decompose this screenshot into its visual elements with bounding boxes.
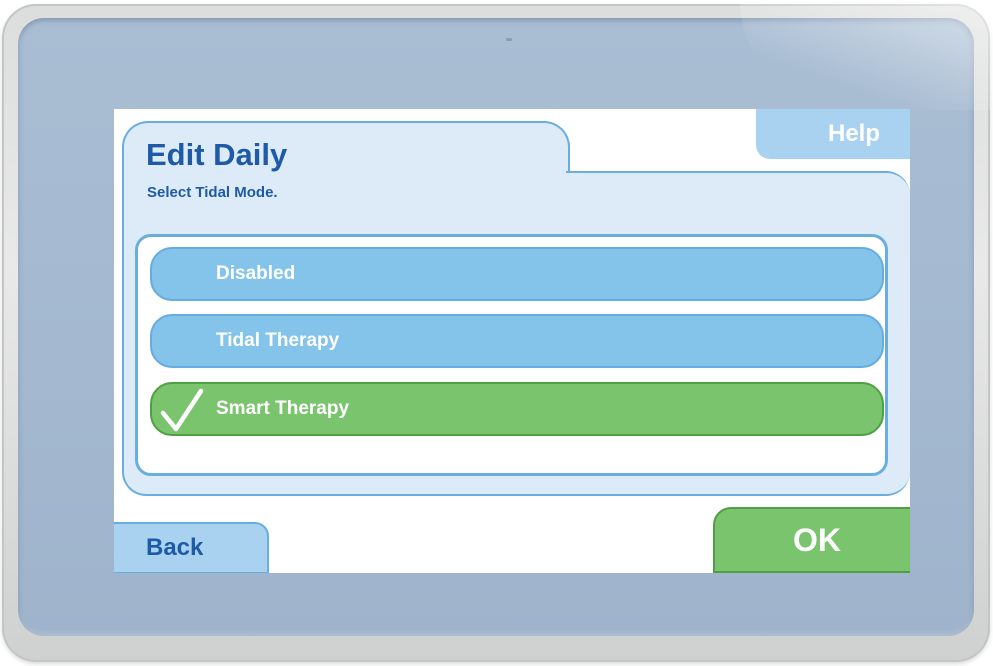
help-button[interactable]: Help: [756, 109, 910, 159]
check-icon: [160, 388, 204, 432]
camera-dot: [506, 38, 512, 41]
options-list: Disabled Tidal Therapy Smart Therapy: [135, 234, 888, 476]
page-subtitle: Select Tidal Mode.: [147, 184, 278, 201]
touch-screen: Edit Daily Select Tidal Mode. Help Disab…: [114, 109, 910, 573]
option-label: Disabled: [216, 263, 296, 284]
back-button[interactable]: Back: [114, 522, 269, 573]
option-tidal-therapy[interactable]: Tidal Therapy: [150, 314, 884, 368]
page-title: Edit Daily: [146, 137, 288, 172]
option-label: Smart Therapy: [216, 398, 350, 419]
ok-button[interactable]: OK: [713, 507, 910, 573]
option-disabled[interactable]: Disabled: [150, 247, 884, 301]
option-label: Tidal Therapy: [216, 330, 340, 351]
option-smart-therapy[interactable]: Smart Therapy: [150, 382, 884, 436]
